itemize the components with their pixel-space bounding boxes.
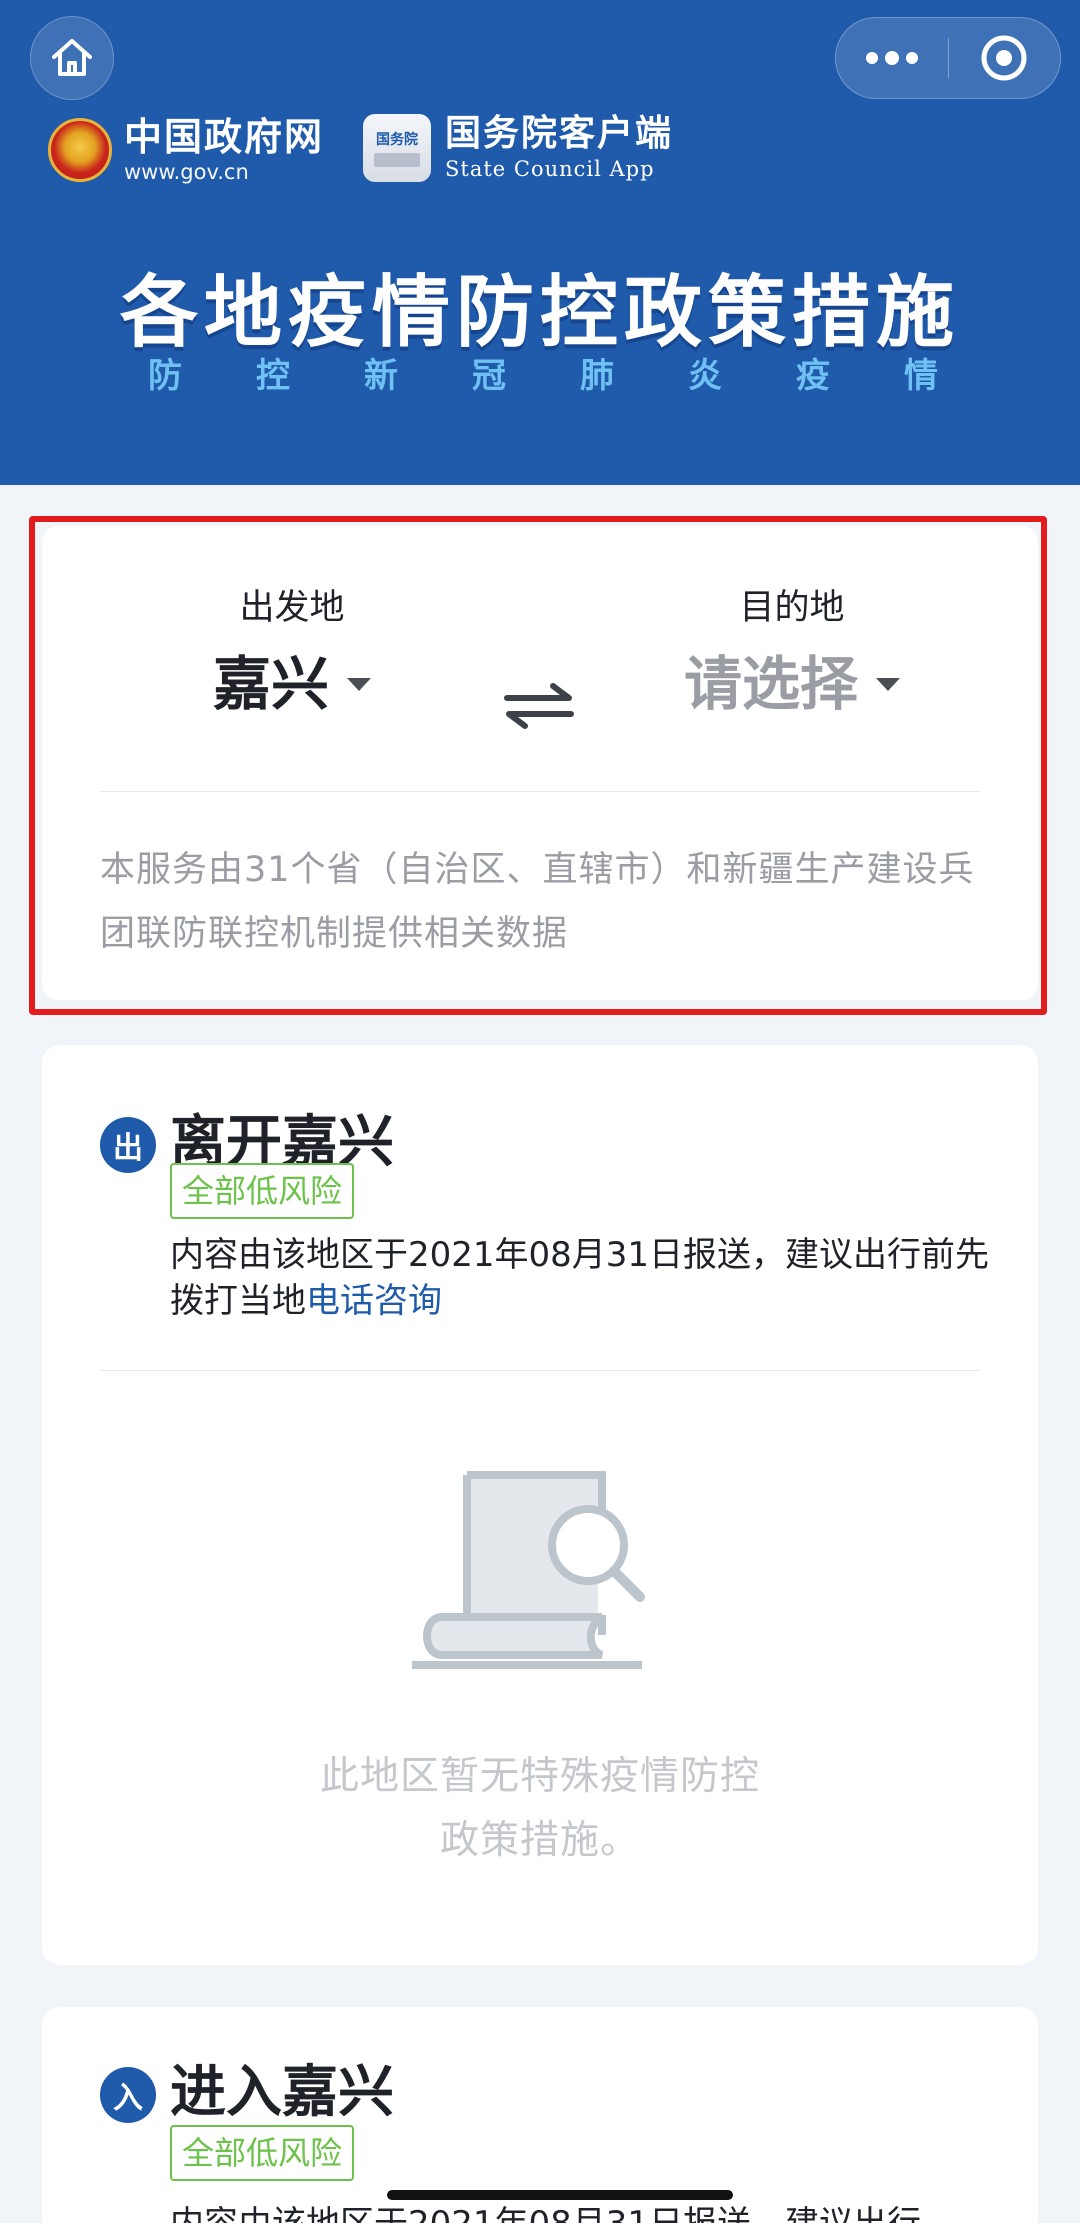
national-emblem-icon — [48, 118, 112, 182]
subtitle-char: 冠 — [472, 356, 506, 396]
sc-icon-text: 国务院 — [376, 132, 418, 148]
header-banner: 中国政府网 www.gov.cn 国务院 国务院客户端 State Counci… — [0, 0, 1080, 485]
close-circle-icon — [981, 35, 1027, 81]
risk-level-badge: 全部低风险 — [170, 2125, 355, 2181]
home-indicator[interactable] — [387, 2190, 733, 2200]
subtitle-char: 防 — [148, 356, 182, 396]
empty-state-text: 此地区暂无特殊疫情防控 政策措施。 — [42, 1745, 1038, 1873]
empty-text-line: 此地区暂无特殊疫情防控 — [319, 1754, 760, 1799]
dropdown-caret-icon[interactable] — [876, 677, 900, 691]
subtitle-char: 疫 — [796, 356, 830, 396]
divider — [100, 1370, 980, 1371]
leave-badge: 出 — [100, 1117, 156, 1173]
state-council-app-icon: 国务院 — [363, 114, 431, 182]
subtitle-char: 新 — [364, 356, 398, 396]
close-button[interactable] — [949, 17, 1061, 99]
subtitle-char: 肺 — [580, 356, 614, 396]
phone-consult-link[interactable]: 电话咨询 — [306, 1281, 442, 1321]
gov-url: www.gov.cn — [124, 160, 249, 184]
sc-name: 国务院客户端 — [445, 113, 674, 154]
page-title: 各地疫情防控政策措施 — [119, 268, 960, 358]
subtitle-char: 情 — [904, 356, 938, 396]
divider — [100, 791, 980, 792]
miniapp-capsule — [835, 17, 1061, 99]
home-button[interactable] — [30, 16, 114, 100]
more-button[interactable] — [836, 17, 948, 99]
departure-label: 出发地 — [239, 588, 345, 628]
route-selector-card: 出发地 嘉兴 目的地 请选择 本服务由31个省（自治区、直辖市）和新疆生产建设兵… — [42, 526, 1038, 1000]
gov-name: 中国政府网 — [124, 115, 325, 159]
enter-title: 进入嘉兴 — [170, 2060, 394, 2125]
gov-logo: 中国政府网 www.gov.cn — [48, 115, 324, 185]
departure-value[interactable]: 嘉兴 — [213, 649, 329, 719]
page-subtitle: 防 控 新 冠 肺 炎 疫 情 — [148, 352, 938, 400]
destination-label: 目的地 — [739, 588, 845, 628]
enter-badge: 入 — [100, 2067, 156, 2123]
empty-search-icon — [412, 1471, 645, 1669]
sc-name-en: State Council App — [445, 157, 655, 181]
destination-value[interactable]: 请选择 — [684, 649, 858, 719]
dropdown-caret-icon[interactable] — [347, 677, 371, 691]
service-note: 本服务由31个省（自治区、直辖市）和新疆生产建设兵团联防联控机制提供相关数据 — [100, 850, 975, 954]
report-text: 内容由该地区于2021年08月31日报送，建议出行 — [170, 2201, 990, 2223]
report-text: 内容由该地区于2021年08月31日报送，建议出行前先拨打当地 — [170, 1235, 990, 1321]
subtitle-char: 控 — [256, 356, 290, 396]
more-icon — [865, 51, 918, 65]
risk-level-badge: 全部低风险 — [170, 1163, 355, 1219]
subtitle-char: 炎 — [688, 356, 722, 396]
swap-button[interactable] — [494, 671, 584, 741]
leave-policy-card: 出 离开嘉兴 全部低风险 内容由该地区于2021年08月31日报送，建议出行前先… — [42, 1045, 1038, 1965]
state-council-logo: 国务院 国务院客户端 State Council App — [363, 113, 673, 183]
sc-icon-building — [374, 153, 420, 167]
destination-picker[interactable]: 目的地 请选择 — [652, 583, 932, 719]
report-info: 内容由该地区于2021年08月31日报送，建议出行前先拨打当地电话咨询 — [170, 1232, 990, 1324]
home-icon — [52, 39, 92, 76]
departure-picker[interactable]: 出发地 嘉兴 — [162, 583, 422, 719]
empty-text-line: 政策措施。 — [439, 1818, 640, 1863]
swap-icon — [504, 683, 574, 729]
